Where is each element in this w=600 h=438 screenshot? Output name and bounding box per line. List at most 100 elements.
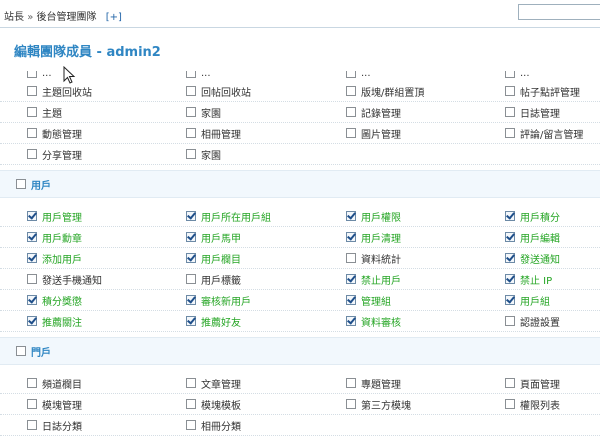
permission-item[interactable]: 用戶欄目 [186, 251, 241, 266]
permission-item[interactable]: 審核新用戶 [186, 293, 251, 308]
permission-item[interactable]: 用戶管理 [27, 209, 82, 224]
search-input[interactable] [518, 4, 600, 20]
permission-item[interactable]: 家園 [186, 147, 221, 162]
checkbox-checked[interactable] [505, 211, 515, 221]
checkbox-checked[interactable] [186, 295, 196, 305]
checkbox-checked[interactable] [505, 274, 515, 284]
checkbox[interactable] [505, 316, 515, 326]
checkbox[interactable] [186, 149, 196, 159]
checkbox[interactable] [505, 399, 515, 409]
permission-item[interactable]: 推薦好友 [186, 314, 241, 329]
checkbox-checked[interactable] [346, 295, 356, 305]
permission-item[interactable]: 禁止 IP [505, 272, 552, 287]
checkbox-checked[interactable] [346, 232, 356, 242]
permission-item[interactable]: 頁面管理 [505, 376, 560, 391]
checkbox[interactable] [505, 71, 515, 78]
checkbox[interactable] [505, 128, 515, 138]
checkbox-checked[interactable] [186, 253, 196, 263]
permission-item[interactable]: 資料審核 [346, 314, 401, 329]
permission-item[interactable]: 相冊分類 [186, 418, 241, 433]
permission-item[interactable]: ... [505, 71, 530, 79]
checkbox-checked[interactable] [27, 316, 37, 326]
checkbox[interactable] [346, 107, 356, 117]
permission-item[interactable]: 圖片管理 [346, 126, 401, 141]
checkbox-checked[interactable] [346, 274, 356, 284]
checkbox-checked[interactable] [27, 295, 37, 305]
checkbox[interactable] [27, 149, 37, 159]
permission-item[interactable]: ... [346, 71, 371, 79]
checkbox[interactable] [27, 107, 37, 117]
permission-item[interactable]: 家園 [186, 105, 221, 120]
checkbox[interactable] [346, 128, 356, 138]
permission-item[interactable]: 認證設置 [505, 314, 560, 329]
permission-item[interactable]: 推薦關注 [27, 314, 82, 329]
permission-item[interactable]: 回帖回收站 [186, 84, 251, 99]
checkbox[interactable] [186, 107, 196, 117]
permission-item[interactable]: 主題回收站 [27, 84, 92, 99]
checkbox-checked[interactable] [186, 211, 196, 221]
permission-item[interactable]: 用戶組 [505, 293, 550, 308]
permission-item[interactable]: 文章管理 [186, 376, 241, 391]
permission-item[interactable]: 用戶標籤 [186, 272, 241, 287]
permission-item[interactable]: 專題管理 [346, 376, 401, 391]
checkbox-checked[interactable] [346, 316, 356, 326]
permission-item[interactable]: 禁止用戶 [346, 272, 401, 287]
checkbox[interactable] [16, 179, 26, 189]
checkbox[interactable] [186, 274, 196, 284]
permission-item[interactable]: 版塊/群組置頂 [346, 84, 424, 99]
checkbox-checked[interactable] [505, 295, 515, 305]
checkbox[interactable] [27, 420, 37, 430]
permission-item[interactable]: 添加用戶 [27, 251, 82, 266]
permission-item[interactable]: ... [186, 71, 211, 79]
permission-item[interactable]: 記錄管理 [346, 105, 401, 120]
checkbox-checked[interactable] [27, 211, 37, 221]
permission-item[interactable]: 帖子點評管理 [505, 84, 580, 99]
checkbox[interactable] [27, 86, 37, 96]
checkbox[interactable] [27, 71, 37, 78]
checkbox[interactable] [346, 86, 356, 96]
checkbox[interactable] [186, 71, 196, 78]
permission-item[interactable]: 用戶所在用戶組 [186, 209, 271, 224]
group-select-all[interactable]: 門戶 [16, 344, 51, 359]
permission-item[interactable]: ... [27, 71, 52, 79]
permission-item[interactable]: 用戶勳章 [27, 230, 82, 245]
checkbox[interactable] [505, 107, 515, 117]
checkbox[interactable] [27, 128, 37, 138]
checkbox[interactable] [27, 274, 37, 284]
checkbox[interactable] [505, 378, 515, 388]
checkbox[interactable] [346, 71, 356, 78]
group-select-all[interactable]: 用戶 [16, 177, 51, 192]
permission-item[interactable]: 日誌管理 [505, 105, 560, 120]
permission-item[interactable]: 用戶權限 [346, 209, 401, 224]
checkbox-checked[interactable] [505, 232, 515, 242]
permission-item[interactable]: 積分獎懲 [27, 293, 82, 308]
checkbox[interactable] [186, 86, 196, 96]
checkbox-checked[interactable] [27, 253, 37, 263]
permission-item[interactable]: 模塊管理 [27, 397, 82, 412]
permission-item[interactable]: 資料統計 [346, 251, 401, 266]
permission-item[interactable]: 日誌分類 [27, 418, 82, 433]
checkbox[interactable] [27, 399, 37, 409]
permission-item[interactable]: 發送通知 [505, 251, 560, 266]
checkbox[interactable] [186, 128, 196, 138]
checkbox[interactable] [186, 399, 196, 409]
checkbox-checked[interactable] [505, 253, 515, 263]
permission-item[interactable]: 模塊模板 [186, 397, 241, 412]
permission-item[interactable]: 頻道欄目 [27, 376, 82, 391]
checkbox-checked[interactable] [27, 232, 37, 242]
permission-item[interactable]: 用戶編輯 [505, 230, 560, 245]
permission-item[interactable]: 第三方模塊 [346, 397, 411, 412]
add-shortcut-link[interactable]: [+] [106, 12, 122, 23]
checkbox[interactable] [346, 253, 356, 263]
permission-item[interactable]: 用戶清理 [346, 230, 401, 245]
permission-item[interactable]: 評論/留言管理 [505, 126, 583, 141]
checkbox[interactable] [186, 420, 196, 430]
permission-item[interactable]: 分享管理 [27, 147, 82, 162]
checkbox-checked[interactable] [346, 211, 356, 221]
permission-item[interactable]: 相冊管理 [186, 126, 241, 141]
permission-item[interactable]: 主題 [27, 105, 62, 120]
checkbox-checked[interactable] [186, 232, 196, 242]
checkbox[interactable] [27, 378, 37, 388]
checkbox[interactable] [505, 86, 515, 96]
permission-item[interactable]: 發送手機通知 [27, 272, 102, 287]
